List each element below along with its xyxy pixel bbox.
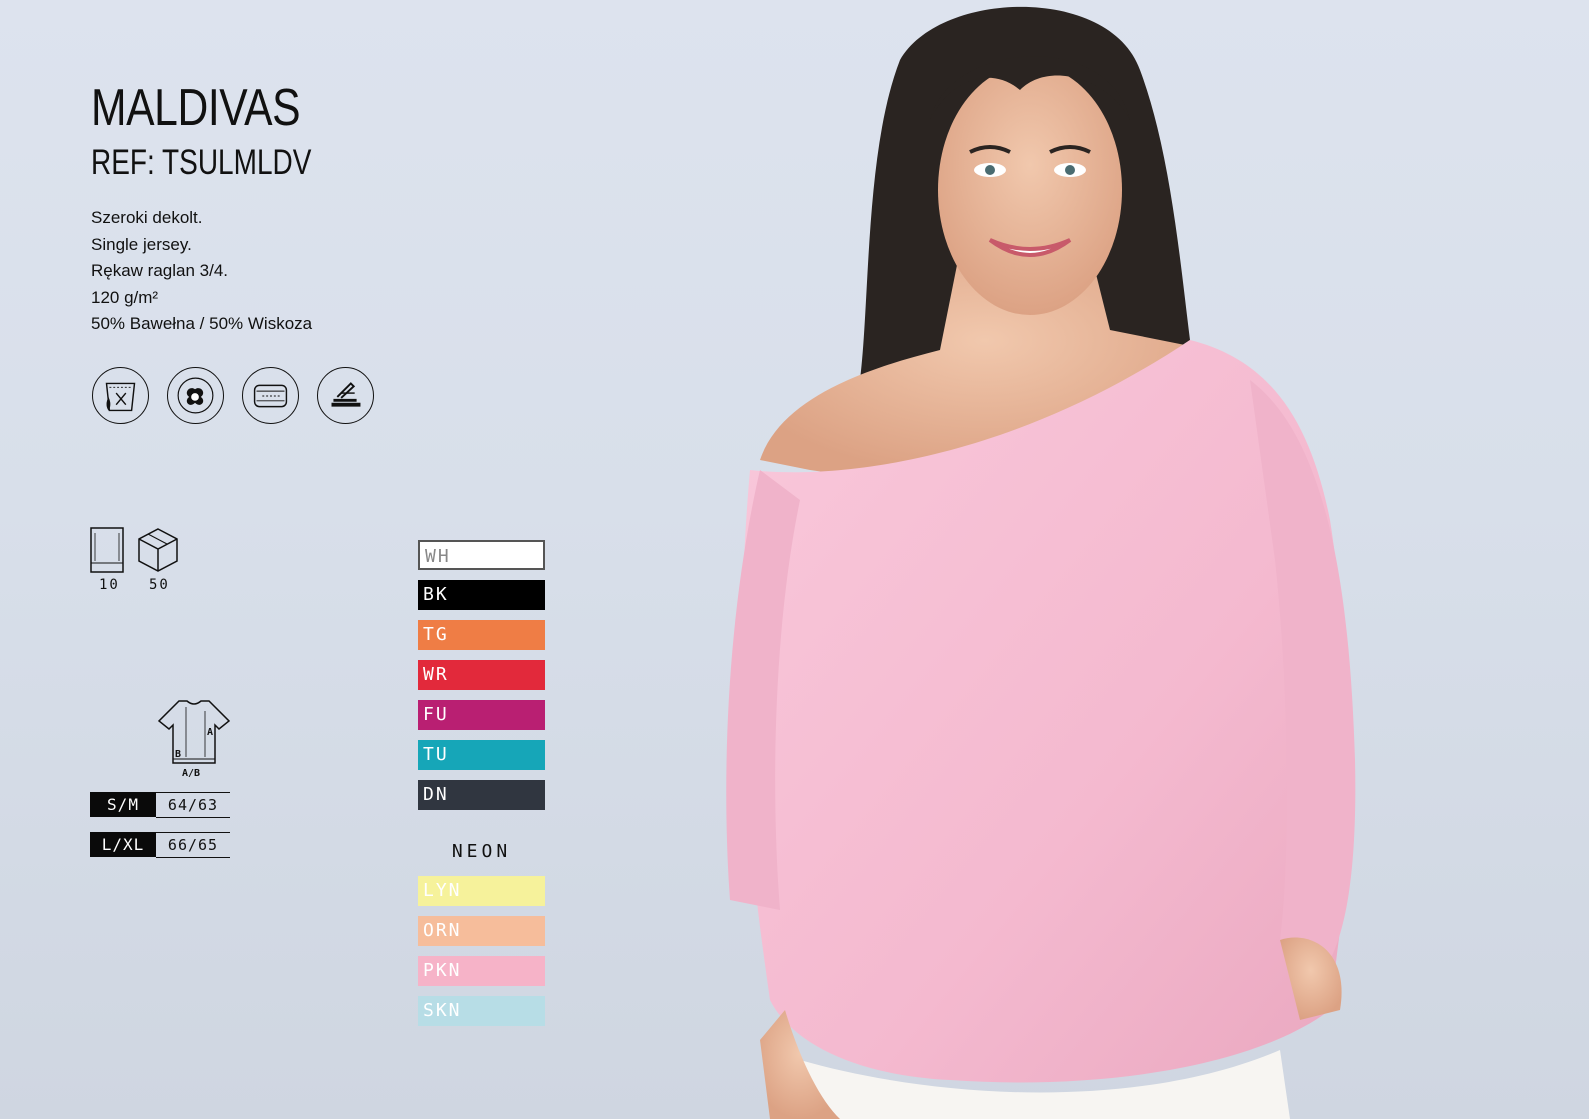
color-swatch-dn: DN (418, 780, 545, 810)
color-swatch-bk: BK (418, 580, 545, 610)
feature-item: 50% Bawełna / 50% Wiskoza (91, 314, 313, 333)
size-value: 66/65 (156, 832, 230, 858)
feature-item: Rękaw raglan 3/4. (91, 261, 229, 280)
size-label: L/XL (90, 832, 156, 857)
feature-item: 120 g/m² (91, 287, 159, 307)
polybag-quantity: 10 (99, 577, 120, 593)
polybag-icon (90, 527, 124, 573)
box-quantity: 50 (149, 577, 170, 593)
product-title: MALDIVAS (91, 79, 301, 137)
color-swatch-lyn: LYN (418, 876, 545, 906)
color-swatch-orn: ORN (418, 916, 545, 946)
size-row: L/XL 66/65 (90, 832, 230, 858)
color-swatch-fu: FU (418, 700, 545, 730)
heat-press-icon (317, 367, 374, 424)
tshirt-measurement-icon: A B A/B (157, 700, 231, 779)
feature-list: Szeroki dekolt. Single jersey. Rękaw rag… (91, 205, 312, 338)
neon-heading: NEON (451, 841, 512, 862)
color-swatch-pkn: PKN (418, 956, 545, 986)
feature-item: Single jersey. (91, 234, 192, 254)
size-row: S/M 64/63 (90, 792, 230, 818)
measure-b-label: B (175, 749, 181, 760)
measure-a-label: A (207, 727, 213, 738)
color-swatch-wh: WH (418, 540, 545, 570)
no-bleach-wash-icon (92, 367, 149, 424)
cotton-icon (167, 367, 224, 424)
product-ref: REF: TSULMLDV (91, 143, 312, 182)
size-label: S/M (90, 792, 156, 817)
color-swatch-tg: TG (418, 620, 545, 650)
measure-ab-label: A/B (182, 768, 200, 779)
model-photo (726, 6, 1356, 1119)
feature-item: Szeroki dekolt. (91, 208, 203, 227)
sublimation-print-icon (242, 367, 299, 424)
box-icon (138, 528, 178, 572)
color-swatch-tu: TU (418, 740, 545, 770)
color-swatch-skn: SKN (418, 996, 545, 1026)
color-swatch-wr: WR (418, 660, 545, 690)
size-value: 64/63 (156, 792, 230, 818)
